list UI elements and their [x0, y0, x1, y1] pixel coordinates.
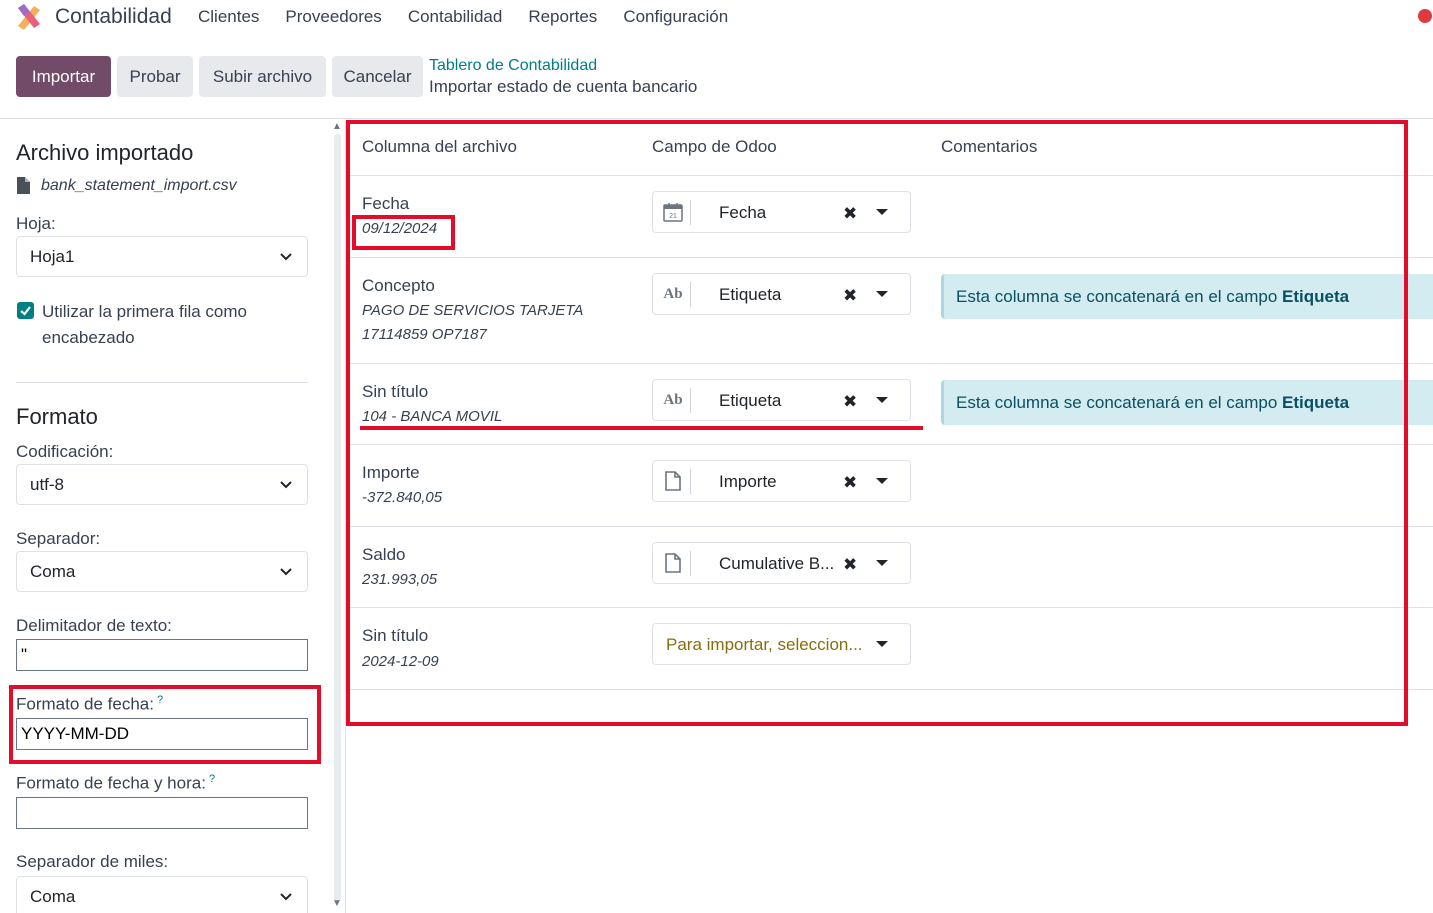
menu-item-contabilidad[interactable]: Contabilidad [408, 7, 503, 27]
thousands-separator-value: Coma [30, 886, 76, 906]
menu-item-configuracion[interactable]: Configuración [623, 7, 728, 27]
header-row-checkbox[interactable] [17, 302, 34, 319]
datetime-format-label-text: Formato de fecha y hora: [16, 773, 206, 793]
app-logo-icon[interactable] [16, 4, 42, 30]
sidebar-divider [16, 382, 308, 383]
row-underline-highlight [360, 426, 923, 430]
date-format-highlight [9, 685, 321, 764]
help-tooltip-icon[interactable]: ? [209, 773, 215, 785]
import-button[interactable]: Importar [16, 56, 111, 97]
separator-select-value: Coma [30, 561, 76, 581]
chevron-down-icon [280, 893, 292, 901]
separator-select[interactable]: Coma [16, 551, 308, 592]
breadcrumb-parent-link[interactable]: Tablero de Contabilidad [429, 57, 597, 75]
test-button[interactable]: Probar [117, 56, 193, 97]
sheet-label: Hoja: [16, 214, 56, 233]
header-row-checkbox-label[interactable]: Utilizar la primera fila como encabezado [42, 299, 302, 351]
app-name[interactable]: Contabilidad [55, 5, 172, 29]
file-icon [17, 177, 30, 194]
top-navbar: Contabilidad Clientes Proveedores Contab… [0, 0, 1433, 36]
mapping-table-highlight [346, 120, 1408, 726]
text-delimiter-label: Delimitador de texto: [16, 616, 172, 635]
sidebar-scrollbar[interactable] [334, 134, 341, 902]
separator-label: Separador: [16, 529, 101, 548]
datetime-format-input[interactable] [16, 797, 308, 829]
thousands-separator-label: Separador de miles: [16, 852, 169, 871]
format-title: Formato [16, 404, 98, 429]
date-sample-highlight [352, 215, 455, 250]
encoding-label: Codificación: [16, 442, 114, 461]
imported-file-name: bank_statement_import.csv [41, 177, 237, 194]
checkmark-icon [20, 306, 31, 316]
datetime-format-label: Formato de fecha y hora:? [16, 773, 215, 794]
menu-item-clientes[interactable]: Clientes [198, 7, 259, 27]
upload-file-button[interactable]: Subir archivo [199, 56, 326, 97]
sheet-select[interactable]: Hoja1 [16, 236, 308, 277]
cancel-button[interactable]: Cancelar [332, 56, 423, 97]
encoding-select-value: utf-8 [30, 474, 65, 494]
chevron-down-icon [280, 253, 292, 261]
text-delimiter-input[interactable]: " [16, 639, 308, 671]
main-menu: Clientes Proveedores Contabilidad Report… [198, 7, 754, 27]
menu-item-proveedores[interactable]: Proveedores [285, 7, 381, 27]
thousands-separator-select[interactable]: Coma [16, 876, 308, 913]
encoding-select[interactable]: utf-8 [16, 464, 308, 505]
breadcrumb-current: Importar estado de cuenta bancario [429, 77, 698, 96]
chevron-down-icon [280, 481, 292, 489]
menu-item-reportes[interactable]: Reportes [528, 7, 597, 27]
chevron-down-icon [280, 568, 292, 576]
imported-file-title: Archivo importado [16, 140, 194, 165]
sheet-select-value: Hoja1 [30, 246, 75, 266]
scroll-up-arrow-icon[interactable]: ▲ [332, 121, 342, 132]
scroll-down-arrow-icon[interactable]: ▼ [332, 898, 342, 909]
status-indicator-dot[interactable] [1418, 9, 1432, 23]
